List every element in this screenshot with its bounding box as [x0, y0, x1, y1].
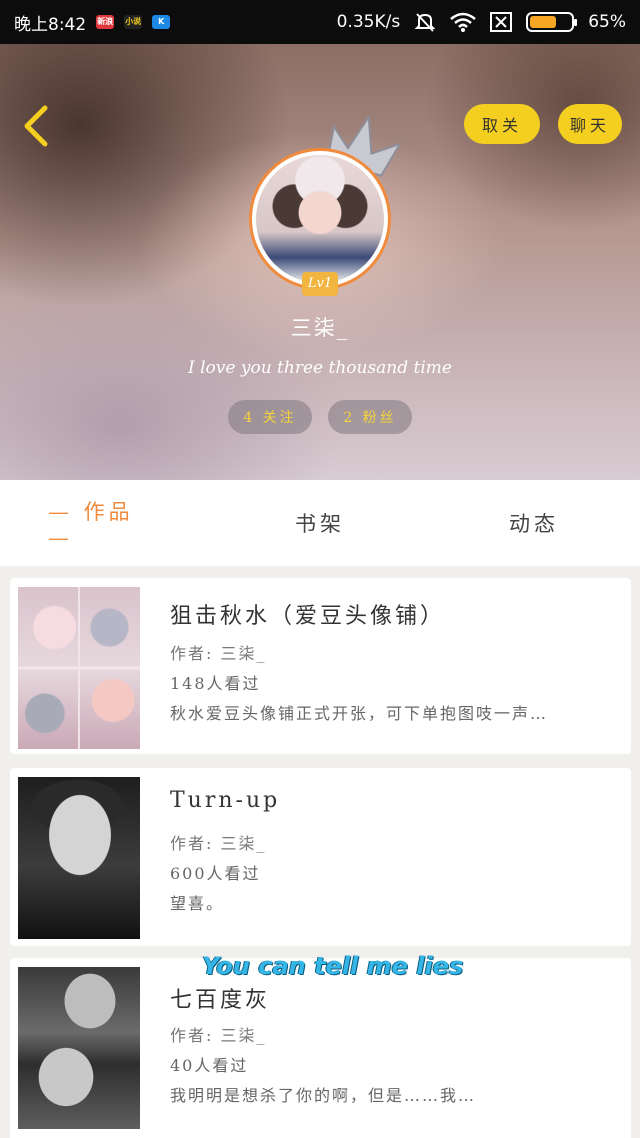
tab-activity[interactable]: 动态	[484, 480, 584, 566]
work-author: 作者: 三柒_	[170, 834, 267, 853]
work-views: 40人看过	[170, 1056, 249, 1075]
work-title: 狙击秋水（爱豆头像铺）	[170, 604, 446, 629]
work-title: Turn-up	[170, 788, 281, 813]
sim-off-icon	[490, 12, 513, 32]
work-cover-image	[18, 777, 140, 939]
profile-header: 取关 聊天 Lv1 三柒_ I love you three thousand …	[0, 44, 640, 480]
weibo-notification-icon: 新浪	[96, 15, 115, 29]
work-cover-image	[18, 967, 140, 1129]
work-summary: 望喜。	[170, 894, 225, 913]
watermark-text: You can tell me lies	[202, 952, 464, 980]
work-card[interactable]: Turn-up 作者: 三柒_ 600人看过 望喜。	[10, 768, 631, 946]
work-author: 作者: 三柒_	[170, 644, 267, 663]
following-count[interactable]: 4 关注	[228, 400, 312, 434]
work-cover-image	[18, 587, 140, 749]
chevron-left-icon	[24, 105, 48, 147]
avatar[interactable]	[249, 148, 391, 290]
work-summary: 秋水爱豆头像铺正式开张，可下单抱图吱一声…	[170, 704, 549, 723]
network-speed: 0.35K/s	[336, 12, 401, 32]
work-card[interactable]: 狙击秋水（爱豆头像铺） 作者: 三柒_ 148人看过 秋水爱豆头像铺正式开张，可…	[10, 578, 631, 754]
work-author: 作者: 三柒_	[170, 1026, 267, 1045]
level-badge: Lv1	[302, 272, 338, 296]
battery-percent: 65%	[588, 12, 626, 32]
chat-button[interactable]: 聊天	[558, 104, 622, 144]
work-summary: 我明明是想杀了你的啊，但是……我…	[170, 1086, 477, 1105]
work-views: 148人看过	[170, 674, 261, 693]
tab-bar: — 作品 — 书架 动态	[0, 480, 640, 566]
work-title: 七百度灰	[170, 988, 271, 1013]
novel-notification-icon: 小说	[124, 15, 143, 29]
work-views: 600人看过	[170, 864, 261, 883]
k-notification-icon: K	[152, 15, 171, 29]
status-bar: 晚上8:42 新浪 小说 K 0.35K/s 65%	[0, 0, 640, 44]
work-card[interactable]: 七百度灰 作者: 三柒_ 40人看过 我明明是想杀了你的啊，但是……我…	[10, 958, 631, 1138]
username: 三柒_	[290, 316, 350, 340]
tab-bookshelf[interactable]: 书架	[270, 480, 370, 566]
mute-bell-icon	[414, 11, 436, 33]
tab-works[interactable]: — 作品 —	[48, 480, 168, 566]
status-time: 晚上8:42	[14, 14, 87, 35]
works-list: 狙击秋水（爱豆头像铺） 作者: 三柒_ 148人看过 秋水爱豆头像铺正式开张，可…	[0, 566, 640, 1138]
wifi-icon	[450, 12, 477, 32]
unfollow-button[interactable]: 取关	[464, 104, 540, 144]
fans-count[interactable]: 2 粉丝	[328, 400, 412, 434]
user-bio: I love you three thousand time	[188, 358, 452, 378]
battery-icon	[526, 12, 578, 32]
back-button[interactable]	[16, 102, 56, 150]
